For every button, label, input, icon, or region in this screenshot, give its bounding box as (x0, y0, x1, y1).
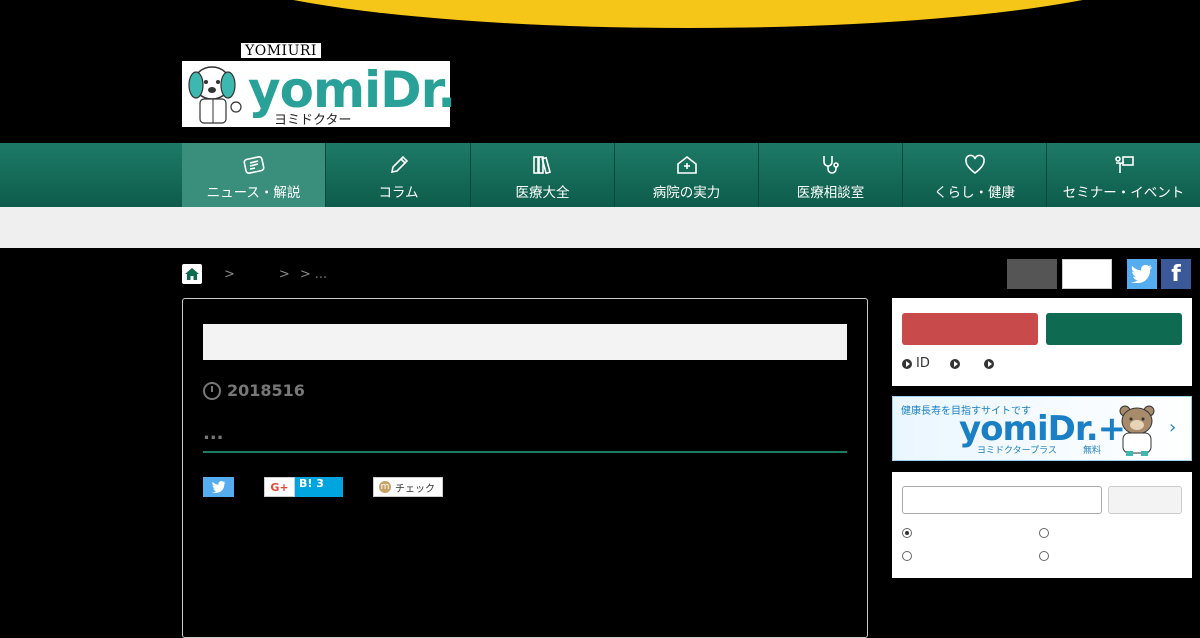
search-scope-radio-4[interactable] (1039, 551, 1049, 561)
login-panel: ID (892, 298, 1192, 386)
breadcrumb-separator: > (224, 266, 235, 282)
main-nav: ニュース・解説 コラム 医療大全 病院の実力 医療相談室 くらし・健康 セミナー… (0, 143, 1200, 207)
hospital-icon (676, 155, 697, 174)
search-scope-radio-1[interactable] (902, 528, 912, 538)
mixi-label: チェック (395, 483, 435, 495)
play-icon (983, 358, 994, 369)
breadcrumb-separator: > (278, 266, 290, 282)
top-yellow-arc (200, 0, 1176, 28)
books-icon (532, 156, 551, 175)
search-input[interactable] (902, 486, 1102, 514)
nav-label: コラム (378, 185, 419, 201)
nav-item-consultation[interactable]: 医療相談室 (759, 143, 903, 207)
login-link-id[interactable]: ID (902, 356, 930, 371)
nav-item-column[interactable]: コラム (327, 143, 471, 207)
hatena-count: 3 (316, 477, 324, 490)
nav-label: 病院の実力 (652, 185, 721, 201)
facebook-icon: f (1171, 261, 1181, 287)
login-link-id-label: ID (916, 356, 930, 371)
play-icon (902, 358, 912, 369)
banner-free-label: 無料 (1083, 446, 1102, 456)
article-divider (203, 451, 847, 453)
heart-icon (964, 154, 985, 175)
facebook-share-button[interactable]: f (1161, 259, 1191, 289)
article-date: 2018516 (203, 381, 305, 400)
home-icon[interactable] (182, 264, 202, 284)
twitter-share-button[interactable] (1127, 259, 1157, 289)
nav-item-news[interactable]: ニュース・解説 (182, 143, 326, 207)
yomidr-logo[interactable]: yomiDr. ヨミドクター (182, 61, 456, 128)
nav-item-lifestyle[interactable]: くらし・健康 (903, 143, 1047, 207)
tweet-button[interactable] (203, 477, 234, 497)
mixi-icon: m (379, 481, 391, 493)
login-links: ID (902, 356, 1018, 371)
register-button[interactable] (1046, 313, 1182, 345)
bear-mascot-icon (1119, 405, 1155, 456)
sub-header-band (0, 207, 1200, 248)
nav-item-encyclopedia[interactable]: 医療大全 (471, 143, 615, 207)
hatena-bookmark-button[interactable]: B! 3 (295, 477, 343, 497)
twitter-icon (211, 481, 225, 493)
play-icon (949, 358, 960, 369)
breadcrumb: > > > ... (182, 264, 327, 284)
google-plus-button[interactable]: G+ (264, 477, 295, 497)
article-card: 2018516 ... G+ B! 3 m チェック (182, 298, 868, 638)
search-scope-radio-2[interactable] (1039, 528, 1049, 538)
stethoscope-icon (822, 156, 839, 174)
hatena-icon: B! (299, 477, 313, 490)
breadcrumb-separator: > (299, 266, 311, 282)
chevron-right-icon: › (1169, 417, 1177, 438)
nav-label: 医療相談室 (796, 185, 865, 201)
mixi-check-button[interactable]: m チェック (373, 477, 443, 497)
nav-label: セミナー・イベント (1062, 185, 1185, 201)
font-size-button-large[interactable] (1062, 259, 1112, 289)
article-lead: ... (203, 423, 224, 444)
banner-kana: ヨミドクタープラス (977, 446, 1057, 456)
newspaper-icon (242, 156, 265, 174)
search-button[interactable] (1108, 486, 1182, 514)
nav-label: 医療大全 (515, 185, 570, 201)
font-size-button-small[interactable] (1007, 259, 1057, 289)
clock-icon (203, 381, 221, 400)
article-title (203, 324, 847, 360)
logo-kana: ヨミドクター (274, 113, 352, 128)
presenter-icon (1114, 156, 1134, 173)
nav-label: ニュース・解説 (206, 185, 301, 201)
nav-item-seminar[interactable]: セミナー・イベント (1047, 143, 1200, 207)
nav-label: くらし・健康 (934, 185, 1015, 201)
pencil-icon (390, 155, 408, 174)
mascot-dog-icon (188, 66, 242, 124)
nav-item-hospital[interactable]: 病院の実力 (615, 143, 759, 207)
article-date-text: 2018516 (227, 381, 305, 400)
search-panel (892, 472, 1192, 578)
google-plus-icon: G+ (270, 480, 289, 494)
search-scope-radio-3[interactable] (902, 551, 912, 561)
twitter-icon (1131, 265, 1152, 283)
login-link-2[interactable] (949, 358, 964, 369)
yomidr-plus-banner[interactable]: 健康長寿を目指すサイトです yomiDr.+ ヨミドクタープラス 無料 › (892, 396, 1192, 461)
login-link-3[interactable] (983, 358, 998, 369)
login-button[interactable] (902, 313, 1038, 345)
yomiuri-online-label: YOMIURI ONLINE (240, 42, 322, 76)
breadcrumb-current: ... (314, 266, 328, 282)
